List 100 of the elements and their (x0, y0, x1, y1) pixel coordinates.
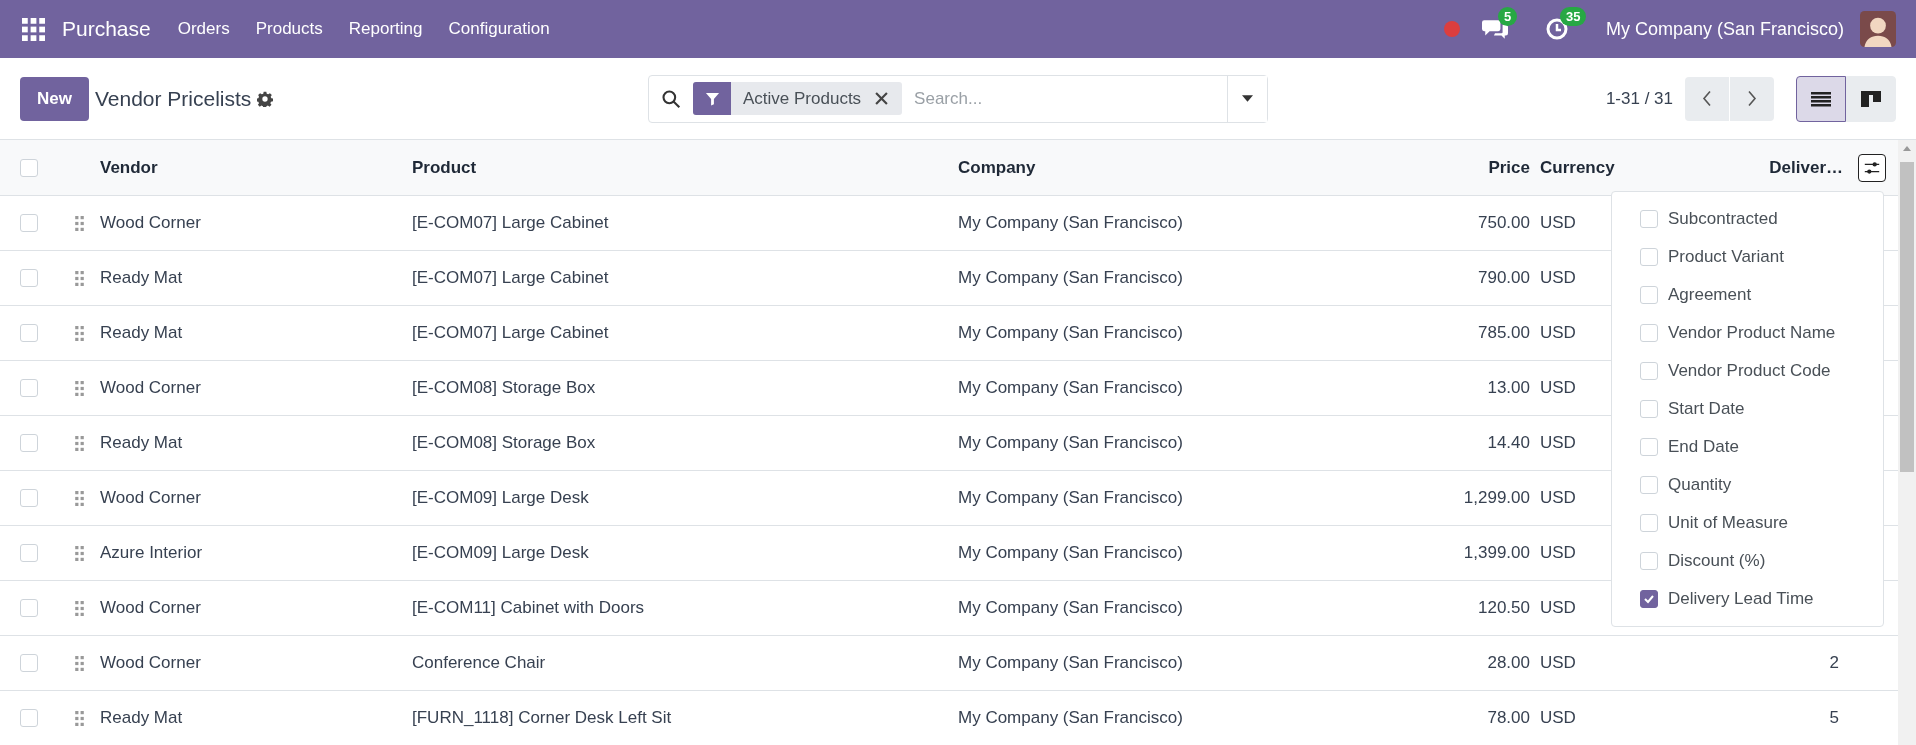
row-checkbox[interactable] (20, 324, 38, 342)
optional-column-option[interactable]: Delivery Lead Time (1612, 580, 1883, 618)
settings-icon[interactable] (257, 90, 274, 107)
table-cell: USD (1540, 213, 1576, 233)
column-header[interactable]: Vendor (100, 157, 158, 178)
kanban-view-button[interactable] (1846, 75, 1896, 122)
row-checkbox[interactable] (20, 269, 38, 287)
drag-handle-icon[interactable] (74, 490, 84, 506)
close-icon[interactable] (875, 92, 889, 105)
table-cell: 120.50 (1478, 598, 1530, 618)
scroll-up-arrow-icon[interactable] (1903, 146, 1911, 151)
table-cell: My Company (San Francisco) (958, 708, 1183, 728)
table-cell: My Company (San Francisco) (958, 543, 1183, 563)
table-cell: Conference Chair (412, 653, 546, 673)
search-icon[interactable] (661, 88, 681, 109)
menu-item[interactable]: Configuration (448, 19, 550, 39)
table-cell: [E-COM07] Large Cabinet (412, 268, 609, 288)
table-cell: My Company (San Francisco) (958, 598, 1183, 618)
table-cell: Wood Corner (100, 488, 201, 508)
status-dot[interactable] (1443, 21, 1460, 37)
table-cell: Azure Interior (100, 543, 203, 563)
drag-handle-icon[interactable] (74, 710, 84, 726)
drag-handle-icon[interactable] (74, 600, 84, 616)
company-switcher[interactable]: My Company (San Francisco) (1605, 18, 1844, 40)
drag-handle-icon[interactable] (74, 215, 84, 231)
chevron-left-icon (1702, 90, 1712, 107)
optional-column-option[interactable]: Discount (%) (1612, 542, 1883, 580)
table-cell: USD (1540, 488, 1576, 508)
next-button[interactable] (1730, 76, 1774, 121)
table-cell: Ready Mat (100, 708, 183, 728)
table-cell: Ready Mat (100, 433, 183, 453)
optional-column-option[interactable]: Unit of Measure (1612, 504, 1883, 542)
optional-column-option[interactable]: Vendor Product Name (1612, 314, 1883, 352)
column-header[interactable]: Product (412, 157, 477, 178)
row-checkbox[interactable] (20, 489, 38, 507)
table-cell: 2 (1829, 653, 1839, 673)
table-cell: Ready Mat (100, 268, 183, 288)
table-cell: USD (1540, 598, 1576, 618)
table-cell: USD (1540, 378, 1576, 398)
table-cell: 750.00 (1478, 213, 1530, 233)
user-avatar[interactable] (1860, 11, 1896, 47)
search-bar[interactable]: Active Products Search... (648, 74, 1268, 123)
table-cell: My Company (San Francisco) (958, 653, 1183, 673)
table-cell: 790.00 (1478, 268, 1530, 288)
new-button[interactable]: New (20, 76, 89, 121)
scrollbar[interactable] (1898, 140, 1916, 745)
column-header[interactable]: Price (1488, 157, 1530, 178)
page-title: Vendor Pricelists (94, 86, 252, 111)
table-cell: USD (1540, 653, 1576, 673)
optional-column-option[interactable]: Start Date (1612, 390, 1883, 428)
row-checkbox[interactable] (20, 544, 38, 562)
menu-item[interactable]: Products (255, 19, 323, 39)
table-cell: 13.00 (1487, 378, 1530, 398)
column-header[interactable]: Company (958, 157, 1036, 178)
list-view-button[interactable] (1796, 75, 1846, 122)
row-checkbox[interactable] (20, 654, 38, 672)
table-cell: Wood Corner (100, 213, 201, 233)
optional-column-option[interactable]: Vendor Product Code (1612, 352, 1883, 390)
table-cell: USD (1540, 323, 1576, 343)
app-name[interactable]: Purchase (62, 17, 151, 41)
row-checkbox[interactable] (20, 434, 38, 452)
table-cell: [E-COM09] Large Desk (412, 543, 589, 563)
menu-item[interactable]: Reporting (348, 19, 423, 39)
optional-column-option[interactable]: Agreement (1612, 276, 1883, 314)
kanban-icon (1861, 90, 1881, 107)
optional-column-option[interactable]: Quantity (1612, 466, 1883, 504)
column-header[interactable]: Currency (1540, 157, 1615, 178)
optional-columns-toggle[interactable] (1857, 153, 1886, 182)
table-cell: My Company (San Francisco) (958, 433, 1183, 453)
row-checkbox[interactable] (20, 214, 38, 232)
table-cell: USD (1540, 708, 1576, 728)
optional-column-option[interactable]: Product Variant (1612, 238, 1883, 276)
previous-button[interactable] (1685, 76, 1729, 121)
drag-handle-icon[interactable] (74, 325, 84, 341)
table-cell: Ready Mat (100, 323, 183, 343)
drag-handle-icon[interactable] (74, 270, 84, 286)
table-cell: 5 (1829, 708, 1839, 728)
table-cell: 14.40 (1487, 433, 1530, 453)
row-checkbox[interactable] (20, 599, 38, 617)
table-cell: [E-COM08] Storage Box (412, 433, 596, 453)
table-cell: My Company (San Francisco) (958, 378, 1183, 398)
row-checkbox[interactable] (20, 379, 38, 397)
drag-handle-icon[interactable] (74, 435, 84, 451)
table-cell: [E-COM07] Large Cabinet (412, 213, 609, 233)
select-all-checkbox[interactable] (20, 158, 38, 177)
optional-column-option[interactable]: End Date (1612, 428, 1883, 466)
optional-column-option[interactable]: Subcontracted (1612, 200, 1883, 238)
search-options-toggle[interactable] (1227, 75, 1267, 122)
drag-handle-icon[interactable] (74, 380, 84, 396)
apps-grid-icon[interactable] (22, 17, 45, 41)
drag-handle-icon[interactable] (74, 655, 84, 671)
table-cell: [E-COM11] Cabinet with Doors (412, 598, 645, 618)
row-checkbox[interactable] (20, 709, 38, 727)
pager-value[interactable]: 1-31 / 31 (1605, 88, 1673, 109)
drag-handle-icon[interactable] (74, 545, 84, 561)
table-cell: Wood Corner (100, 598, 201, 618)
menu-item[interactable]: Orders (177, 19, 230, 39)
table-cell: USD (1540, 543, 1576, 563)
column-header[interactable]: Deliver… (1769, 157, 1843, 178)
table-cell: USD (1540, 433, 1576, 453)
